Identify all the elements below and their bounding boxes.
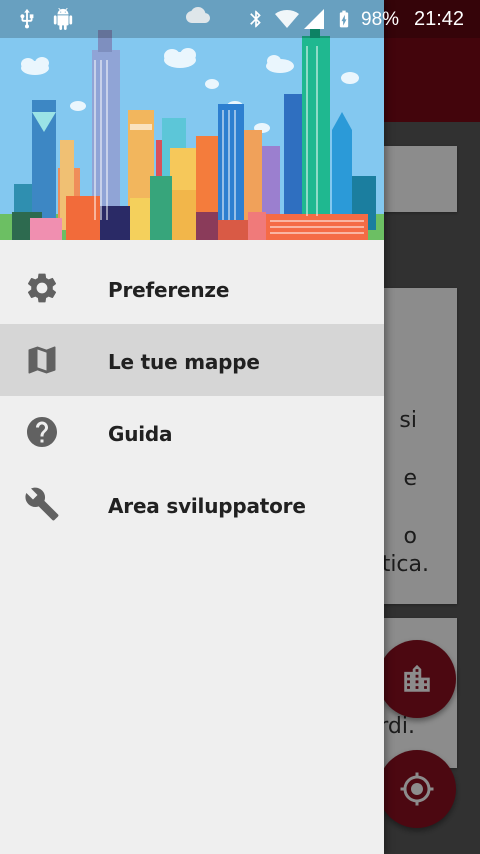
android-debug-icon	[53, 8, 73, 30]
drawer-menu: Preferenze Le tue mappe Guida Area svilu…	[0, 252, 384, 540]
menu-item-developer-area[interactable]: Area sviluppatore	[0, 468, 384, 540]
cellular-signal-icon	[304, 9, 324, 29]
bluetooth-icon	[250, 10, 261, 28]
menu-item-label: Guida	[108, 422, 173, 446]
menu-item-your-maps[interactable]: Le tue mappe	[0, 324, 384, 396]
screen: si e o tica. rdi. Preferenze Le tue mapp…	[0, 0, 480, 854]
battery-percentage: 98%	[361, 9, 400, 30]
wifi-icon	[275, 10, 299, 28]
menu-item-label: Preferenze	[108, 278, 230, 302]
usb-icon	[20, 8, 34, 29]
map-icon	[28, 346, 56, 374]
wrench-icon	[25, 487, 59, 521]
gear-icon	[27, 273, 57, 303]
menu-item-label: Le tue mappe	[108, 350, 260, 374]
menu-item-help[interactable]: Guida	[0, 396, 384, 468]
help-icon	[27, 417, 57, 447]
cloud-notification-icon	[186, 6, 210, 23]
navigation-drawer: Preferenze Le tue mappe Guida Area svilu…	[0, 0, 384, 854]
battery-charging-icon	[339, 10, 349, 28]
status-clock: 21:42	[414, 8, 465, 30]
menu-item-preferences[interactable]: Preferenze	[0, 252, 384, 324]
menu-item-label: Area sviluppatore	[108, 494, 306, 518]
status-bar: 98% 21:42	[0, 0, 480, 38]
